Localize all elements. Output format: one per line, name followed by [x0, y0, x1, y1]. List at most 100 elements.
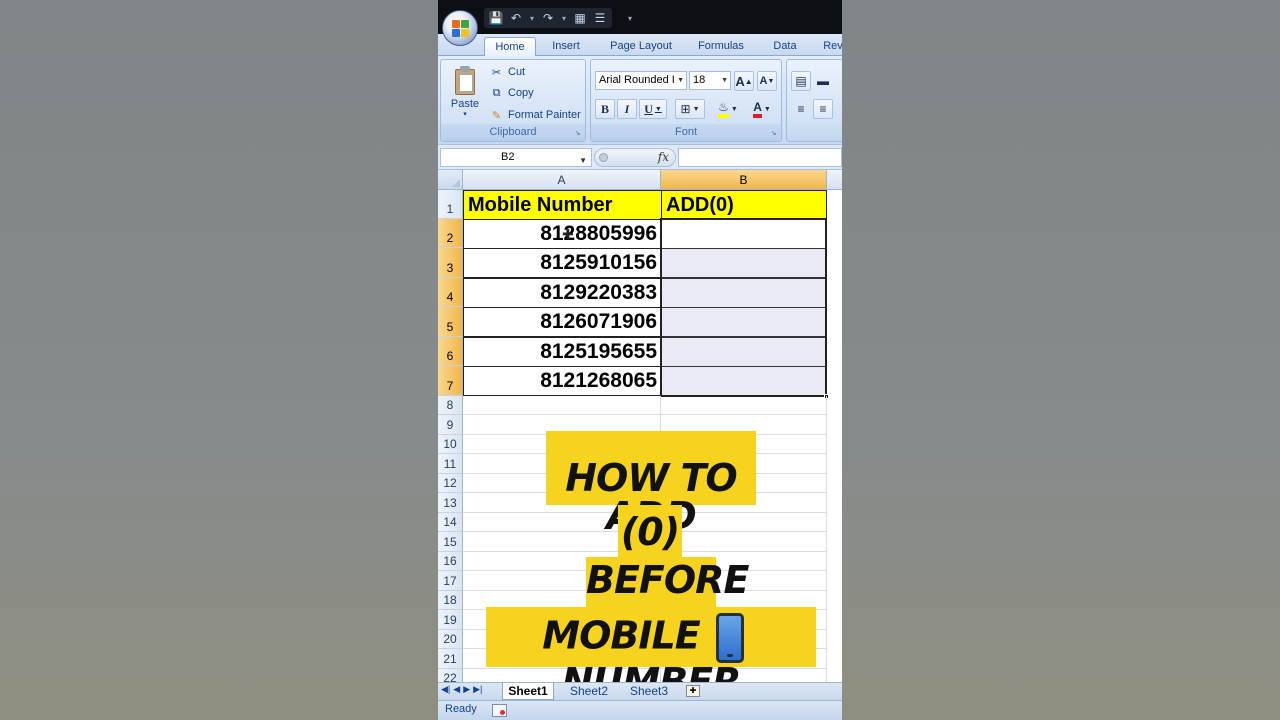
column-header-a[interactable]: A	[463, 170, 661, 190]
row-header-6[interactable]: 6	[438, 337, 463, 366]
borders-button[interactable]: ⊞ ▼	[675, 99, 705, 119]
ribbon-tabs: Home Insert Page Layout Formulas Data Re…	[438, 34, 842, 56]
form-icon[interactable]: ☰	[592, 10, 608, 26]
align-left-icon: ≡	[797, 102, 805, 116]
first-sheet-icon[interactable]: ◀|	[441, 684, 450, 695]
quick-access-icons: 💾 ↶ ▾ ↷ ▾ ▦ ☰	[484, 8, 612, 28]
cell-a4[interactable]: 8129220383	[463, 278, 662, 308]
tab-home[interactable]: Home	[484, 37, 536, 56]
sheet-tab-2[interactable]: Sheet2	[562, 683, 616, 700]
tab-data[interactable]: Data	[766, 37, 804, 56]
paste-dropdown-icon[interactable]: ▾	[447, 110, 483, 118]
undo-dropdown-icon[interactable]: ▾	[528, 10, 536, 26]
row-header-16[interactable]: 16	[438, 552, 463, 571]
align-center-icon: ≡	[819, 102, 827, 116]
row-header-9[interactable]: 9	[438, 415, 463, 435]
cell-b1[interactable]: ADD(0)	[661, 190, 827, 220]
row-header-5[interactable]: 5	[438, 307, 463, 337]
align-middle-icon: ▬	[817, 74, 829, 88]
row-header-14[interactable]: 14	[438, 513, 463, 532]
column-header-b[interactable]: B	[661, 170, 827, 190]
align-left-button[interactable]: ≡	[791, 99, 811, 119]
row-header-4[interactable]: 4	[438, 278, 463, 307]
row-header-7[interactable]: 7	[438, 366, 463, 396]
paste-button[interactable]: Paste ▾	[447, 64, 483, 120]
font-group: Arial Rounded I ▼ 18 ▼ A ▲ A ▼ B I U ▼ ⊞ ▼	[590, 59, 782, 142]
last-sheet-icon[interactable]: ▶|	[473, 684, 482, 695]
align-top-button[interactable]: ▤	[791, 71, 811, 91]
formula-input[interactable]	[678, 148, 842, 167]
insert-sheet-icon[interactable]: ✚	[686, 685, 700, 697]
row-header-21[interactable]: 21	[438, 649, 463, 669]
format-painter-button[interactable]: ✎ Format Painter	[489, 106, 581, 124]
row-header-12[interactable]: 12	[438, 474, 463, 493]
underline-button[interactable]: U ▼	[639, 99, 667, 119]
cell-b4[interactable]	[661, 278, 827, 308]
borders-icon: ⊞	[680, 102, 691, 116]
cut-button[interactable]: ✂ Cut	[489, 63, 525, 81]
cell-b2[interactable]	[661, 219, 827, 249]
cell-b6[interactable]	[661, 337, 827, 367]
row-header-10[interactable]: 10	[438, 435, 463, 454]
cell-a3[interactable]: 8125910156	[463, 248, 662, 278]
font-size-select[interactable]: 18 ▼	[689, 71, 731, 90]
italic-button[interactable]: I	[617, 99, 637, 119]
sheet-tab-3[interactable]: Sheet3	[622, 683, 676, 700]
row-header-15[interactable]: 15	[438, 532, 463, 552]
row-header-13[interactable]: 13	[438, 493, 463, 513]
prev-sheet-icon[interactable]: ◀	[453, 684, 460, 695]
cell-b7[interactable]	[661, 366, 827, 396]
row-header-3[interactable]: 3	[438, 248, 463, 278]
formula-resize-icon[interactable]	[599, 153, 608, 162]
tab-page-layout[interactable]: Page Layout	[604, 37, 678, 56]
row-header-20[interactable]: 20	[438, 630, 463, 649]
grow-font-button[interactable]: A ▲	[734, 71, 754, 91]
sheet-tab-1[interactable]: Sheet1	[502, 683, 554, 700]
cell-a1[interactable]: Mobile Number	[463, 190, 662, 220]
shrink-font-button[interactable]: A ▼	[757, 71, 777, 91]
cell-a5[interactable]: 8126071906	[463, 307, 662, 337]
font-name-select[interactable]: Arial Rounded I ▼	[595, 71, 687, 90]
copy-button[interactable]: ⧉ Copy	[489, 84, 534, 102]
formula-controls: fx	[594, 148, 676, 167]
row-header-1[interactable]: 1	[438, 190, 463, 219]
name-box[interactable]: B2 ▼	[440, 148, 592, 167]
redo-icon[interactable]: ↷	[540, 10, 556, 26]
insert-function-button[interactable]: fx	[658, 150, 669, 164]
tab-review[interactable]: Rev	[818, 37, 842, 56]
align-middle-button[interactable]: ▬	[813, 71, 833, 91]
office-button[interactable]	[442, 10, 478, 46]
cell-a7[interactable]: 8121268065	[463, 366, 662, 396]
chevron-down-icon[interactable]: ▼	[579, 152, 587, 169]
row-header-8[interactable]: 8	[438, 396, 463, 415]
align-center-button[interactable]: ≡	[813, 99, 833, 119]
row-header-22[interactable]: 22	[438, 669, 463, 682]
bold-button[interactable]: B	[595, 99, 615, 119]
font-color-button[interactable]: A ▼	[747, 99, 777, 119]
column-header-c[interactable]	[827, 170, 842, 190]
undo-icon[interactable]: ↶	[508, 10, 524, 26]
row-header-11[interactable]: 11	[438, 454, 463, 474]
cell-b3[interactable]	[661, 248, 827, 278]
cell-a6[interactable]: 8125195655	[463, 337, 662, 367]
clipboard-launcher-icon[interactable]: ↘	[573, 129, 582, 138]
picture-icon[interactable]: ▦	[572, 10, 588, 26]
tab-insert[interactable]: Insert	[542, 37, 590, 56]
row-header-18[interactable]: 18	[438, 591, 463, 610]
font-group-label: Font	[591, 124, 781, 141]
customize-toolbar-icon[interactable]: ▾	[626, 10, 634, 26]
next-sheet-icon[interactable]: ▶	[463, 684, 470, 695]
fill-color-button[interactable]: ♨ ▼	[711, 99, 745, 119]
save-icon[interactable]: 💾	[488, 10, 504, 26]
row-header-19[interactable]: 19	[438, 610, 463, 630]
select-all-corner[interactable]	[438, 170, 463, 190]
cell-b8[interactable]	[661, 396, 827, 415]
macro-record-icon[interactable]	[492, 704, 507, 717]
redo-dropdown-icon[interactable]: ▾	[560, 10, 568, 26]
row-header-17[interactable]: 17	[438, 571, 463, 591]
cell-a8[interactable]	[463, 396, 661, 415]
row-header-2[interactable]: 2	[438, 219, 463, 248]
tab-formulas[interactable]: Formulas	[692, 37, 750, 56]
font-launcher-icon[interactable]: ↘	[769, 129, 778, 138]
cell-b5[interactable]	[661, 307, 827, 337]
